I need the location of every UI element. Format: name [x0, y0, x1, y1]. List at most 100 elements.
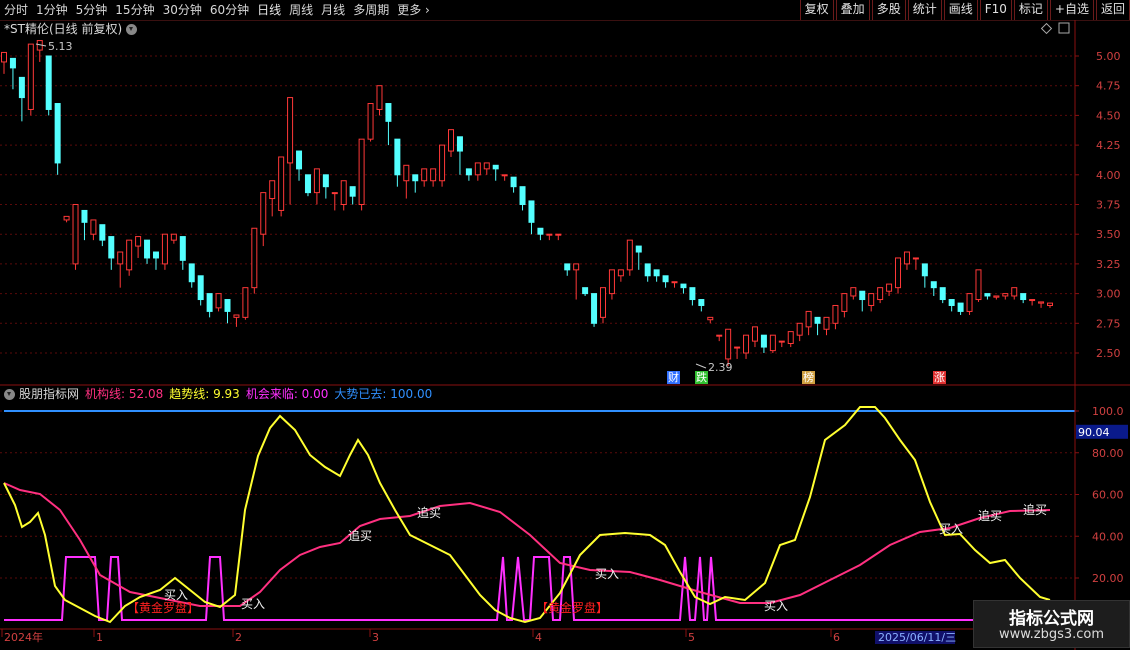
candle-body — [787, 331, 794, 344]
candle-body — [296, 150, 303, 170]
chase-signal-label: 追买 — [417, 505, 441, 520]
candle-body — [608, 269, 615, 295]
price-tick-label: 3.75 — [1096, 199, 1121, 212]
candle-body — [63, 215, 70, 221]
indicator-current-value: 90.04 — [1078, 426, 1110, 439]
candle-body — [599, 287, 606, 318]
time-label: 6 — [833, 631, 840, 644]
candle-body — [1029, 299, 1036, 302]
candle-body — [886, 283, 893, 292]
candle-body — [483, 162, 490, 170]
event-badge-1[interactable]: 跌 — [695, 371, 708, 384]
kline-chart[interactable]: 5.132.39 买入买入买入买入买入追买追买 追买 追买【黄金罗盘】 【黄金罗盘】 … — [0, 0, 1130, 650]
candle-body — [743, 334, 750, 354]
candle-body — [322, 174, 329, 188]
candle-body — [751, 326, 758, 342]
candle-body — [456, 136, 463, 152]
indicator-tick-label: 100.0 — [1092, 405, 1124, 418]
candle-body — [617, 269, 624, 277]
candle-body — [510, 176, 517, 188]
candle-body — [868, 293, 875, 306]
candle-body — [573, 263, 580, 271]
high-price-label: 5.13 — [48, 40, 73, 53]
price-tick-label: 4.50 — [1096, 109, 1121, 122]
watermark: 指标公式网 www.zbgs3.com — [973, 600, 1130, 648]
candle-body — [814, 316, 821, 324]
candle-body — [903, 251, 910, 265]
candle-body — [832, 304, 839, 324]
candle-body — [671, 281, 678, 284]
price-tick-label: 4.25 — [1096, 139, 1121, 152]
candle-body — [430, 168, 437, 182]
candle-body — [734, 346, 741, 349]
candle-body — [707, 316, 714, 321]
candle-body — [895, 257, 902, 289]
candle-body — [805, 310, 812, 328]
buy-signal-label: 买入 — [595, 567, 619, 581]
candle-body — [287, 97, 294, 164]
candle-body — [117, 251, 124, 265]
candle-body — [206, 293, 213, 312]
candle-body — [877, 287, 884, 301]
indicator-tick-label: 60.00 — [1092, 489, 1124, 502]
candle-body — [421, 168, 428, 182]
cursor-date: 2025/06/11/三 — [878, 631, 956, 644]
price-tick-label: 2.75 — [1096, 317, 1121, 330]
candle-body — [850, 287, 857, 297]
chase-signal-label: 追买 — [1023, 502, 1047, 517]
square-icon — [1058, 22, 1070, 34]
candle-body — [1, 51, 7, 63]
candle-body — [269, 180, 276, 200]
candle-body — [376, 85, 383, 110]
chase-signal-label: 追买 — [978, 508, 1002, 523]
candle-body — [626, 239, 633, 271]
candle-body — [1011, 287, 1018, 297]
candle-body — [993, 295, 1000, 298]
buy-signal-label: 买入 — [241, 597, 265, 611]
indicator-value-3: 大势已去: 100.00 — [334, 387, 433, 401]
candle-body — [170, 233, 177, 241]
indicator-dropdown-icon[interactable] — [4, 388, 15, 400]
candle-body — [152, 251, 159, 259]
candle-body — [18, 76, 25, 99]
candle-body — [537, 227, 544, 235]
candle-body — [984, 293, 991, 297]
watermark-title: 指标公式网 — [1009, 609, 1094, 629]
indicator-tick-label: 20.00 — [1092, 572, 1124, 585]
indicator-layer: 买入买入买入买入买入追买追买 追买 追买【黄金罗盘】 【黄金罗盘】 — [3, 406, 1075, 624]
candle-body — [349, 186, 356, 197]
candle-body — [948, 299, 955, 306]
candle-body — [966, 293, 973, 312]
candle-body — [1020, 293, 1027, 301]
candle-body — [841, 293, 848, 312]
candle-body — [385, 103, 392, 122]
candle-body — [340, 180, 347, 206]
candle-body — [304, 174, 311, 194]
candle-body — [939, 287, 946, 301]
candle-body — [492, 164, 499, 170]
candle-body — [921, 263, 928, 277]
candle-body — [313, 168, 320, 194]
candle-body — [45, 55, 52, 110]
candle-body — [188, 263, 195, 283]
event-badge-3[interactable]: 涨 — [933, 371, 946, 384]
buy-signal-label: 买入 — [764, 599, 788, 613]
low-price-pointer — [695, 363, 707, 369]
price-tick-label: 4.00 — [1096, 169, 1121, 182]
candle-body — [823, 316, 830, 330]
event-badge-0[interactable]: 财 — [667, 371, 680, 384]
candle-body — [528, 200, 535, 223]
candle-body — [27, 43, 34, 110]
indicator-tick-label: 80.00 — [1092, 447, 1124, 460]
candle-body — [242, 287, 249, 318]
candle-body — [501, 174, 508, 177]
event-badge-2[interactable]: 榜 — [802, 371, 815, 384]
price-tick-label: 5.00 — [1096, 50, 1121, 63]
candle-body — [716, 334, 723, 337]
candle-body — [251, 227, 258, 289]
trend-line — [3, 406, 1051, 624]
watermark-url: www.zbgs3.com — [998, 627, 1105, 642]
candle-body — [474, 162, 481, 176]
candle-body — [72, 204, 79, 265]
candle-body — [465, 168, 472, 176]
